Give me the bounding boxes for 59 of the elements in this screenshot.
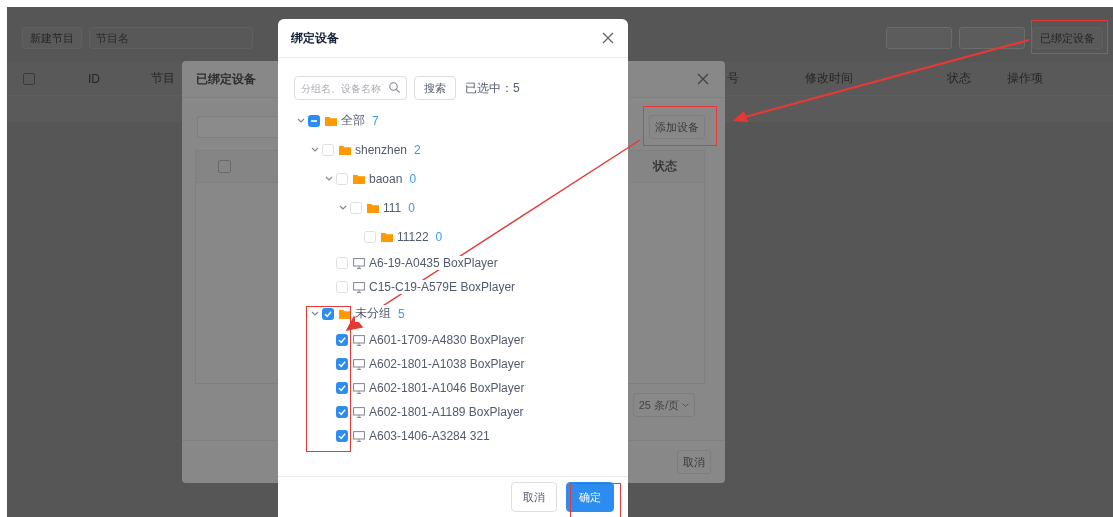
caret-icon[interactable] [325, 174, 333, 183]
monitor-icon [353, 358, 365, 370]
select-all-checkbox[interactable] [23, 72, 35, 85]
cancel-button[interactable]: 取消 [511, 482, 557, 512]
item-count: 7 [372, 113, 379, 128]
checkbox[interactable] [308, 114, 320, 127]
folder-icon [339, 308, 351, 319]
tree-item-label[interactable]: A601-1709-A4830 BoxPlayer [369, 333, 525, 347]
search-button[interactable]: 搜索 [414, 76, 456, 100]
item-count: 0 [435, 229, 443, 244]
tree-item-label[interactable]: A602-1801-A1046 BoxPlayer [369, 381, 525, 395]
caret-icon [682, 402, 689, 408]
checkbox[interactable] [336, 334, 348, 346]
monitor-icon [353, 406, 365, 418]
tree-item-label[interactable]: A6-19-A0435 BoxPlayer [369, 256, 498, 270]
checkbox[interactable] [322, 307, 334, 320]
folder-icon [381, 231, 393, 242]
monitor-icon [353, 430, 365, 442]
checkbox[interactable] [336, 406, 348, 418]
folder-icon [353, 173, 365, 184]
caret-icon[interactable] [339, 203, 347, 212]
close-icon[interactable] [602, 32, 614, 44]
tree-item-label[interactable]: 未分组 [355, 305, 391, 322]
item-count: 2 [414, 142, 421, 157]
item-count: 0 [409, 171, 417, 186]
tree-item-label[interactable]: 111 [383, 200, 402, 215]
item-count: 0 [408, 200, 415, 215]
highlight-frame [570, 483, 621, 517]
tree-item-label[interactable]: A602-1801-A1038 BoxPlayer [369, 357, 525, 371]
caret-icon[interactable] [311, 145, 319, 154]
monitor-icon [353, 257, 365, 269]
item-count: 5 [398, 306, 405, 321]
tree-item-label[interactable]: A602-1801-A1189 BoxPlayer [369, 405, 524, 419]
dialog-title: 绑定设备 [291, 29, 339, 47]
folder-icon [325, 115, 337, 126]
tree-item-label[interactable]: shenzhen [355, 142, 408, 157]
checkbox[interactable] [336, 358, 348, 370]
input-field[interactable] [197, 116, 277, 138]
dialog-title: 已绑定设备 [196, 70, 256, 88]
folder-icon [367, 202, 379, 213]
select-all-checkbox[interactable] [218, 160, 231, 173]
search-field[interactable]: 分组名、设备名称 [294, 76, 407, 100]
tree-item-label[interactable]: A603-1406-A3284 321 [369, 429, 490, 443]
tree-item-label[interactable]: baoan [369, 171, 403, 186]
tree-item-label[interactable]: 全部 [341, 112, 365, 129]
monitor-icon [353, 382, 365, 394]
caret-icon[interactable] [297, 116, 305, 125]
selected-count: 已选中：5 [465, 79, 520, 97]
column-header: 状态 [651, 158, 678, 175]
tree-item-label[interactable]: 11122 [397, 229, 429, 244]
close-icon[interactable] [697, 73, 709, 85]
checkbox[interactable] [336, 382, 348, 394]
folder-icon [339, 144, 351, 155]
caret-icon[interactable] [311, 309, 319, 318]
tree-item-label[interactable]: C15-C19-A579E BoxPlayer [369, 280, 516, 294]
search-icon [389, 82, 400, 93]
monitor-icon [353, 281, 365, 293]
monitor-icon [353, 334, 365, 346]
checkbox[interactable] [336, 430, 348, 442]
